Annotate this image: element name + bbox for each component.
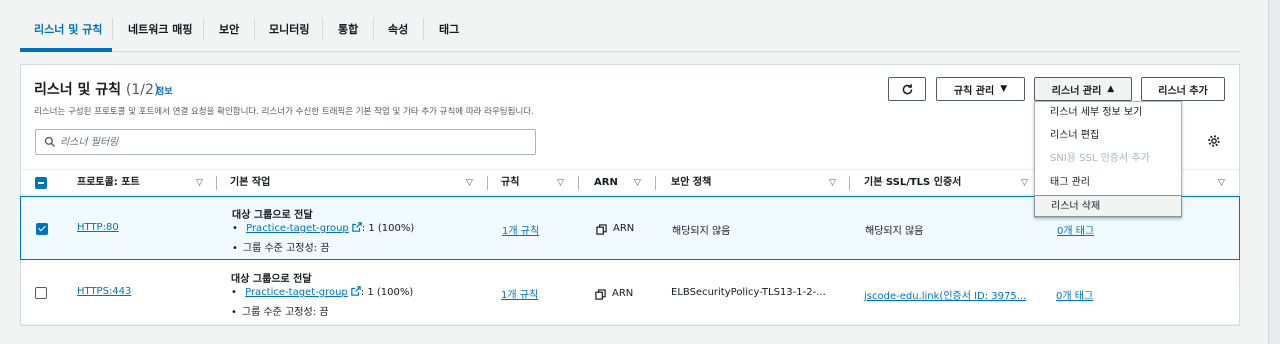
sort-icon[interactable]: ▽	[634, 170, 641, 196]
manage-listener-label: 리스너 관리	[1051, 85, 1102, 97]
column-divider[interactable]	[849, 176, 850, 190]
caret-up-icon: ▲	[1107, 84, 1115, 94]
manage-rules-label: 규칙 관리	[953, 85, 995, 97]
protocol-port-link[interactable]: HTTP:80	[77, 222, 119, 233]
tags-link[interactable]: 0개 태그	[1056, 287, 1093, 302]
menu-item-manage-tags[interactable]: 태그 관리	[1035, 172, 1181, 194]
arn-text: ARN	[613, 223, 635, 234]
menu-item-delete-listener[interactable]: 리스너 삭제	[1034, 195, 1182, 217]
page-scrollbar[interactable]	[1268, 0, 1280, 344]
tab-listeners-rules[interactable]: 리스너 및 규칙	[34, 14, 102, 46]
listener-filter[interactable]	[35, 129, 536, 155]
manage-listener-menu: 리스너 세부 정보 보기 리스너 편집 SNI용 SSL 인증서 추가 태그 관…	[1034, 101, 1182, 218]
selection-count: (1/2)	[125, 82, 160, 98]
panel-title: 리스너 및 규칙 (1/2)	[34, 79, 159, 99]
menu-item-view-details[interactable]: 리스너 세부 정보 보기	[1035, 102, 1181, 124]
stickiness-line: 그룹 수준 고정성: 끔	[231, 303, 329, 318]
search-icon	[44, 136, 55, 147]
tab-network-mapping[interactable]: 네트워크 매핑	[128, 14, 193, 46]
target-group-link[interactable]: Practice-taget-group	[245, 287, 348, 298]
row-checkbox[interactable]	[36, 223, 48, 235]
refresh-icon	[902, 83, 912, 94]
default-action-title: 대상 그룹으로 전달	[232, 210, 313, 221]
tab-monitoring[interactable]: 모니터링	[269, 14, 309, 46]
tab-integration[interactable]: 통합	[338, 14, 358, 46]
tags-link[interactable]: 0개 태그	[1057, 222, 1094, 237]
target-group-weight: : 1 (100%)	[361, 223, 415, 234]
default-action-title: 대상 그룹으로 전달	[231, 274, 312, 285]
target-group-line: Practice-taget-group : 1 (100%)	[232, 222, 414, 234]
listeners-panel: 리스너 및 규칙 (1/2) 정보 리스너는 구성된 프로토콜 및 포트에서 연…	[20, 64, 1240, 326]
sort-icon[interactable]: ▽	[1218, 170, 1225, 196]
arn-text: ARN	[612, 288, 634, 299]
col-rules[interactable]: 규칙	[501, 170, 519, 196]
ssl-cert-value: 해당되지 않음	[865, 226, 924, 237]
tab-security[interactable]: 보안	[219, 14, 239, 46]
menu-item-add-sni-cert: SNI용 SSL 인증서 추가	[1050, 153, 1150, 164]
col-default-ssl[interactable]: 기본 SSL/TLS 인증서	[864, 170, 961, 196]
tab-divider	[423, 18, 424, 40]
copy-icon[interactable]	[596, 224, 607, 235]
target-group-line: Practice-taget-group : 1 (100%)	[231, 286, 413, 298]
security-policy-value: 해당되지 않음	[672, 226, 731, 237]
active-tab-indicator	[20, 48, 112, 52]
gear-icon[interactable]	[1207, 134, 1221, 148]
sort-icon[interactable]: ▽	[196, 170, 203, 196]
select-all-checkbox[interactable]	[35, 177, 47, 189]
caret-down-icon: ▼	[1000, 84, 1008, 94]
security-policy-value: ELBSecurityPolicy-TLS13-1-2-...	[671, 287, 826, 298]
row-checkbox[interactable]	[35, 287, 47, 299]
col-default-action[interactable]: 기본 작업	[230, 170, 270, 196]
tab-divider	[322, 18, 323, 40]
rules-link[interactable]: 1개 규칙	[501, 286, 538, 301]
panel-title-text: 리스너 및 규칙	[34, 82, 122, 98]
manage-rules-button[interactable]: 규칙 관리 ▼	[936, 77, 1025, 101]
column-divider[interactable]	[655, 176, 656, 190]
ssl-cert-link[interactable]: jscode-edu.link(인증서 ID: 3975...	[864, 287, 1026, 302]
info-link[interactable]: 정보	[156, 84, 173, 97]
tab-attributes[interactable]: 속성	[388, 14, 408, 46]
refresh-button[interactable]	[888, 77, 926, 101]
filter-input[interactable]	[60, 133, 520, 151]
menu-item-edit-listener[interactable]: 리스너 편집	[1035, 125, 1181, 147]
protocol-port-link[interactable]: HTTPS:443	[77, 286, 131, 297]
copy-icon[interactable]	[595, 289, 606, 300]
add-listener-button[interactable]: 리스너 추가	[1141, 77, 1225, 101]
target-group-link[interactable]: Practice-taget-group	[246, 223, 349, 234]
external-link-icon	[352, 222, 362, 232]
tab-bar: 리스너 및 규칙 네트워크 매핑 보안 모니터링 통합 속성 태그	[20, 0, 1240, 52]
column-divider[interactable]	[578, 176, 579, 190]
sort-icon[interactable]: ▽	[466, 170, 473, 196]
tab-divider	[254, 18, 255, 40]
add-listener-label: 리스너 추가	[1158, 85, 1208, 97]
col-protocol-port[interactable]: 프로토콜: 포트	[77, 170, 140, 196]
tab-divider	[112, 18, 113, 40]
stickiness-line: 그룹 수준 고정성: 끔	[232, 239, 330, 254]
rules-link[interactable]: 1개 규칙	[502, 222, 539, 237]
tab-divider	[203, 18, 204, 40]
col-security-policy[interactable]: 보안 정책	[671, 170, 711, 196]
sort-icon[interactable]: ▽	[1021, 170, 1028, 196]
column-divider[interactable]	[216, 176, 217, 190]
external-link-icon	[351, 286, 361, 296]
tab-tags[interactable]: 태그	[439, 14, 459, 46]
tab-divider	[373, 18, 374, 40]
col-arn[interactable]: ARN	[594, 170, 618, 196]
manage-listener-button[interactable]: 리스너 관리 ▲	[1034, 77, 1132, 101]
column-divider[interactable]	[487, 176, 488, 190]
target-group-weight: : 1 (100%)	[360, 287, 414, 298]
sort-icon[interactable]: ▽	[829, 170, 836, 196]
sort-icon[interactable]: ▽	[557, 170, 564, 196]
table-row[interactable]: HTTPS:443 대상 그룹으로 전달 Practice-taget-grou…	[21, 261, 1239, 325]
panel-description: 리스너는 구성된 프로토콜 및 포트에서 연결 요청을 확인합니다. 리스너가 …	[34, 107, 534, 117]
